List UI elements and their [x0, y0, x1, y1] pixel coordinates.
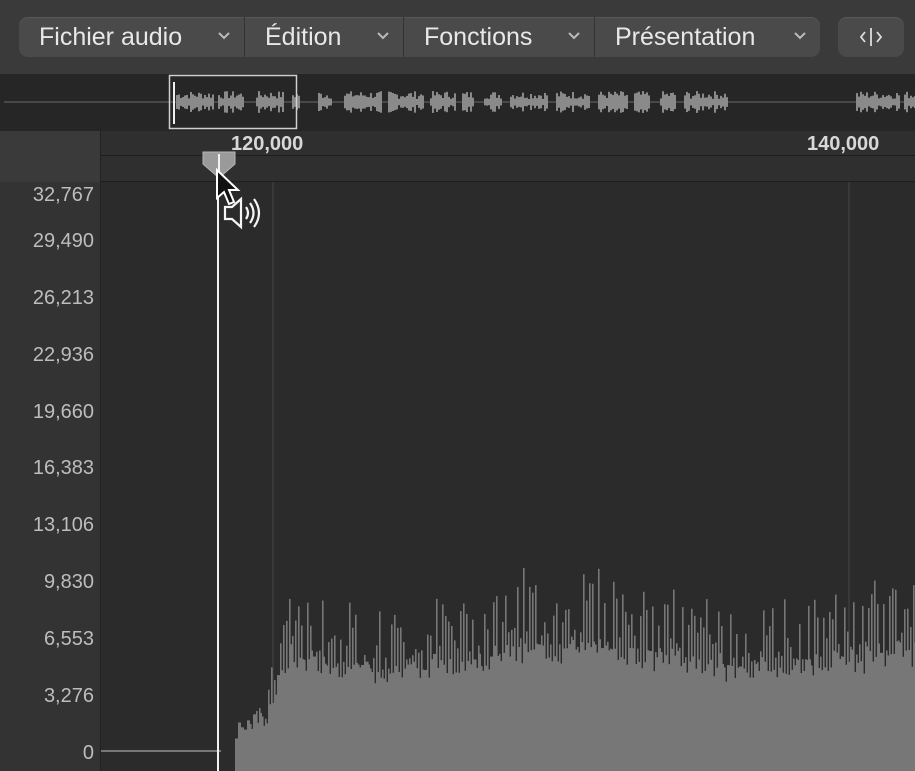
ruler-corner: [0, 131, 101, 182]
menu-presentation[interactable]: Présentation: [595, 17, 820, 57]
menu-label: Fichier audio: [39, 22, 183, 51]
amplitude-label: 22,936: [32, 344, 94, 366]
chevron-down-icon: [377, 32, 389, 40]
overview-waveform-graphic: [4, 74, 915, 130]
amplitude-axis: 32,767 29,490 26,213 22,936 19,660 16,38…: [0, 182, 101, 771]
amplitude-label: 3,276: [43, 685, 94, 707]
toolbar: Fichier audio Édition Fonctions Présenta…: [0, 0, 915, 74]
menu-fonctions[interactable]: Fonctions: [404, 17, 595, 57]
amplitude-label: 9,830: [43, 571, 94, 593]
speaker-icon: [223, 196, 261, 230]
menu-label: Présentation: [615, 22, 756, 51]
amplitude-label: 13,106: [32, 514, 94, 536]
amplitude-label: 0: [82, 742, 94, 764]
waveform-editor[interactable]: [101, 182, 915, 771]
split-view-button[interactable]: [838, 17, 904, 57]
menu-label: Fonctions: [424, 22, 533, 51]
menu-label: Édition: [265, 22, 342, 51]
amplitude-label: 26,213: [32, 287, 94, 309]
waveform-graphic: [101, 182, 915, 771]
ruler-label: 120,000: [231, 133, 304, 155]
split-view-icon: [859, 28, 883, 46]
amplitude-label: 29,490: [32, 230, 94, 252]
amplitude-label: 32,767: [32, 184, 94, 206]
menu-group: Fichier audio Édition Fonctions Présenta…: [19, 17, 820, 57]
playhead-line[interactable]: [217, 160, 219, 771]
amplitude-label: 16,383: [32, 457, 94, 479]
menu-edition[interactable]: Édition: [245, 17, 404, 57]
amplitude-label: 6,553: [43, 628, 94, 650]
chevron-down-icon: [218, 32, 230, 40]
waveform-overview[interactable]: [0, 74, 915, 132]
menu-fichier-audio[interactable]: Fichier audio: [19, 17, 245, 57]
chevron-down-icon: [794, 32, 806, 40]
ruler-label: 140,000: [807, 133, 880, 155]
amplitude-label: 19,660: [32, 401, 94, 423]
chevron-down-icon: [568, 32, 580, 40]
